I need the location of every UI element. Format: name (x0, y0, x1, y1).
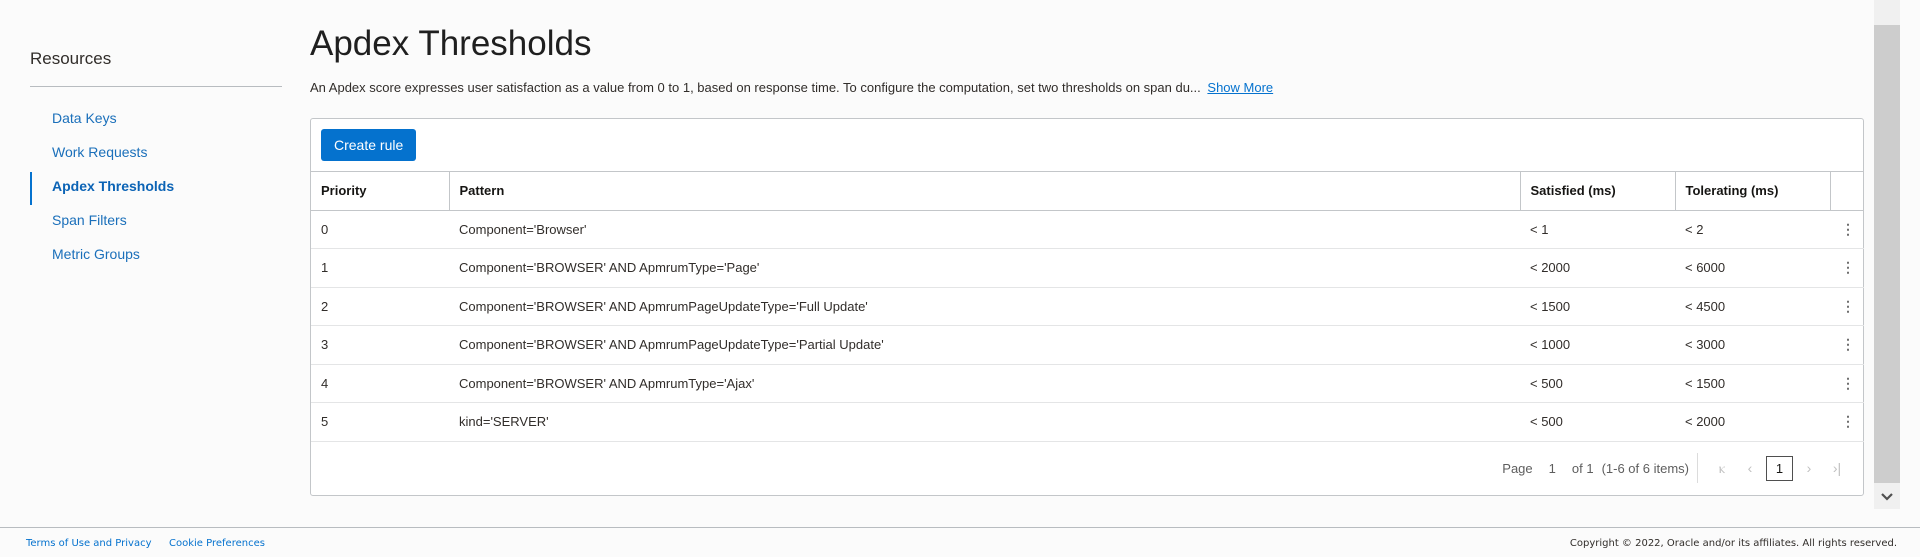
page-label: Page (1502, 460, 1533, 476)
priority-cell: 2 (311, 287, 449, 326)
item-range: (1-6 of 6 items) (1601, 460, 1689, 476)
table-header-row: Priority Pattern Satisfied (ms) Tolerati… (311, 172, 1864, 211)
priority-cell: 1 (311, 248, 449, 288)
chevron-down-icon (1881, 493, 1893, 501)
current-page-input[interactable]: 1 (1549, 461, 1556, 476)
satisfied-cell: < 500 (1520, 364, 1675, 403)
tolerating-cell: < 2 (1675, 210, 1830, 249)
tolerating-cell: < 3000 (1675, 325, 1830, 365)
pagination: Page 1 of 1 (1-6 of 6 items) ⲕ ‹ 1 › ›| (1502, 453, 1851, 483)
more-actions-icon[interactable]: ⋮ (1840, 376, 1856, 390)
previous-page-icon[interactable]: ‹ (1736, 460, 1764, 476)
scroll-down-button[interactable] (1874, 485, 1900, 509)
sidebar-item-apdex-thresholds[interactable]: Apdex Thresholds (30, 172, 282, 206)
tolerating-cell: < 1500 (1675, 364, 1830, 403)
satisfied-cell: < 500 (1520, 402, 1675, 442)
priority-cell: 5 (311, 402, 449, 442)
pagination-divider (1697, 453, 1698, 483)
table-row[interactable]: 2 Component='BROWSER' AND ApmrumPageUpdat… (311, 287, 1864, 326)
apdex-rules-table: Priority Pattern Satisfied (ms) Tolerati… (311, 172, 1864, 442)
page-footer: Terms of Use and Privacy Cookie Preferen… (0, 527, 1920, 557)
sidebar-item-data-keys[interactable]: Data Keys (30, 104, 282, 138)
cookie-preferences-link[interactable]: Cookie Preferences (169, 538, 265, 549)
sidebar-item-metric-groups[interactable]: Metric Groups (30, 240, 282, 274)
tolerating-cell: < 4500 (1675, 287, 1830, 326)
table-row[interactable]: 4 Component='BROWSER' AND ApmrumType='Aja… (311, 364, 1864, 403)
table-toolbar: Create rule (311, 119, 1863, 172)
actions-cell: ⋮ (1830, 364, 1864, 403)
actions-cell: ⋮ (1830, 325, 1864, 365)
pattern-cell: Component='BROWSER' AND ApmrumType='Page… (449, 248, 1520, 288)
actions-cell: ⋮ (1830, 248, 1864, 288)
actions-cell: ⋮ (1830, 287, 1864, 326)
pattern-cell: Component='Browser' (449, 210, 1520, 249)
table-row[interactable]: 5 kind='SERVER' < 500 < 2000 ⋮ (311, 402, 1864, 442)
satisfied-cell: < 2000 (1520, 248, 1675, 288)
priority-cell: 3 (311, 325, 449, 365)
next-page-icon[interactable]: › (1795, 460, 1823, 476)
last-page-icon[interactable]: ›| (1823, 460, 1851, 476)
page-title: Apdex Thresholds (310, 24, 592, 63)
first-page-icon[interactable]: ⲕ (1708, 460, 1736, 477)
column-header-tolerating[interactable]: Tolerating (ms) (1675, 172, 1831, 211)
apdex-rules-panel: Create rule Priority Pattern Satisfied (… (310, 118, 1864, 496)
show-more-link[interactable]: Show More (1207, 80, 1273, 95)
table-row[interactable]: 1 Component='BROWSER' AND ApmrumType='Pag… (311, 248, 1864, 288)
pattern-cell: Component='BROWSER' AND ApmrumPageUpdate… (449, 325, 1520, 365)
create-rule-button[interactable]: Create rule (321, 129, 417, 161)
page-description: An Apdex score expresses user satisfacti… (310, 80, 1273, 95)
copyright-text: Copyright © 2022, Oracle and/or its affi… (1569, 538, 1897, 549)
pattern-cell: kind='SERVER' (449, 402, 1520, 442)
column-header-satisfied[interactable]: Satisfied (ms) (1520, 172, 1676, 211)
more-actions-icon[interactable]: ⋮ (1840, 414, 1856, 428)
satisfied-cell: < 1000 (1520, 325, 1675, 365)
table-row[interactable]: 3 Component='BROWSER' AND ApmrumPageUpdat… (311, 325, 1864, 365)
sidebar-title: Resources (30, 49, 112, 68)
satisfied-cell: < 1500 (1520, 287, 1675, 326)
priority-cell: 4 (311, 364, 449, 403)
more-actions-icon[interactable]: ⋮ (1840, 222, 1856, 236)
sidebar-item-span-filters[interactable]: Span Filters (30, 206, 282, 240)
page-button-1[interactable]: 1 (1766, 455, 1793, 481)
more-actions-icon[interactable]: ⋮ (1840, 260, 1856, 274)
satisfied-cell: < 1 (1520, 210, 1675, 249)
tolerating-cell: < 6000 (1675, 248, 1830, 288)
vertical-scrollbar[interactable] (1874, 0, 1900, 509)
scrollbar-thumb[interactable] (1874, 25, 1900, 483)
page-count: of 1 (1571, 460, 1594, 476)
sidebar-divider (30, 86, 282, 87)
more-actions-icon[interactable]: ⋮ (1840, 337, 1856, 351)
tolerating-cell: < 2000 (1675, 402, 1830, 442)
description-text: An Apdex score expresses user satisfacti… (310, 80, 1201, 95)
table-body: 0 Component='Browser' < 1 < 2 ⋮ 1 Component='B… (311, 210, 1864, 442)
sidebar-nav: Data Keys Work Requests Apdex Thresholds… (30, 104, 282, 274)
pattern-cell: Component='BROWSER' AND ApmrumType='Ajax… (449, 364, 1520, 403)
priority-cell: 0 (311, 210, 449, 249)
column-header-priority[interactable]: Priority (311, 172, 450, 211)
terms-of-use-link[interactable]: Terms of Use and Privacy (26, 538, 152, 549)
column-header-pattern[interactable]: Pattern (449, 172, 1521, 211)
column-header-actions (1830, 172, 1864, 211)
sidebar-item-work-requests[interactable]: Work Requests (30, 138, 282, 172)
actions-cell: ⋮ (1830, 210, 1864, 249)
more-actions-icon[interactable]: ⋮ (1840, 299, 1856, 313)
pattern-cell: Component='BROWSER' AND ApmrumPageUpdate… (449, 287, 1520, 326)
actions-cell: ⋮ (1830, 402, 1864, 442)
table-row[interactable]: 0 Component='Browser' < 1 < 2 ⋮ (311, 210, 1864, 249)
